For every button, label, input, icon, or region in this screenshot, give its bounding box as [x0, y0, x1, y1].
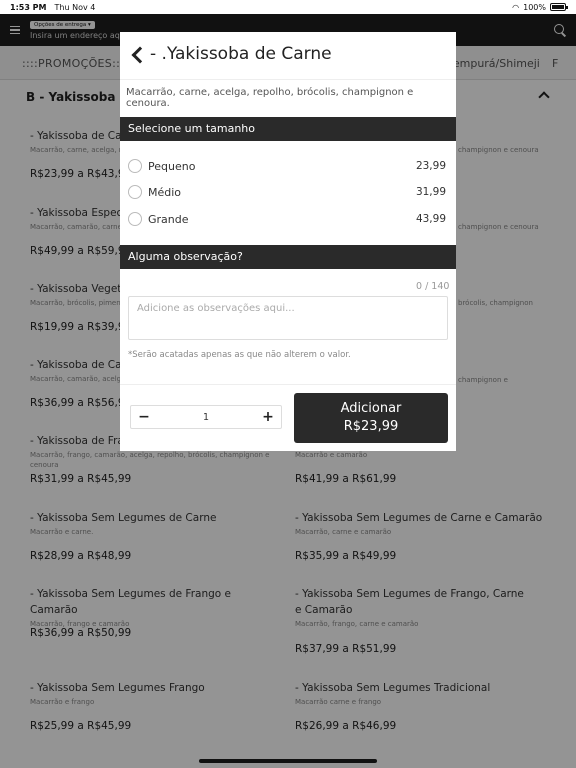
home-indicator[interactable] — [199, 759, 377, 763]
size-price: 43,99 — [415, 213, 446, 225]
add-button-price: R$23,99 — [343, 419, 399, 434]
quantity-stepper: − 1 + — [130, 405, 282, 429]
radio-button[interactable] — [128, 212, 142, 226]
battery-percent: 100% — [523, 2, 546, 12]
status-time: 1:53 PM — [10, 2, 47, 12]
wifi-icon: ◠ — [512, 2, 520, 12]
modal-title: - .Yakissoba de Carne — [150, 44, 332, 64]
increment-button[interactable]: + — [255, 405, 281, 429]
quantity-value: 1 — [202, 411, 210, 423]
modal-header: - .Yakissoba de Carne — [120, 32, 456, 80]
radio-button[interactable] — [128, 159, 142, 173]
size-section-header: Selecione um tamanho — [120, 117, 456, 141]
observation-note: *Serão acatadas apenas as que não altere… — [128, 350, 351, 360]
status-date: Thu Nov 4 — [54, 2, 96, 12]
battery-icon — [550, 3, 568, 11]
size-label: Pequeno — [148, 159, 196, 173]
status-bar: 1:53 PM Thu Nov 4 ◠ 100% — [0, 0, 576, 14]
size-label: Grande — [148, 212, 189, 226]
size-option-grande[interactable]: Grande 43,99 — [128, 209, 446, 229]
add-button-label: Adicionar — [340, 401, 402, 416]
observation-section-header: Alguma observação? — [120, 245, 456, 269]
char-counter: 0 / 140 — [416, 281, 450, 292]
back-chevron-icon[interactable] — [131, 46, 149, 64]
radio-button[interactable] — [128, 185, 142, 199]
decrement-button[interactable]: − — [131, 405, 157, 429]
product-modal: - .Yakissoba de Carne Macarrão, carne, a… — [120, 32, 456, 451]
size-price: 31,99 — [415, 186, 446, 198]
size-option-pequeno[interactable]: Pequeno 23,99 — [128, 156, 446, 176]
size-label: Médio — [148, 185, 182, 199]
size-price: 23,99 — [415, 160, 446, 172]
divider — [120, 384, 456, 385]
product-description: Macarrão, carne, acelga, repolho, brócol… — [126, 87, 414, 109]
size-option-medio[interactable]: Médio 31,99 — [128, 182, 446, 202]
add-to-cart-button[interactable]: Adicionar R$23,99 — [294, 393, 448, 443]
observation-input[interactable] — [128, 296, 448, 340]
